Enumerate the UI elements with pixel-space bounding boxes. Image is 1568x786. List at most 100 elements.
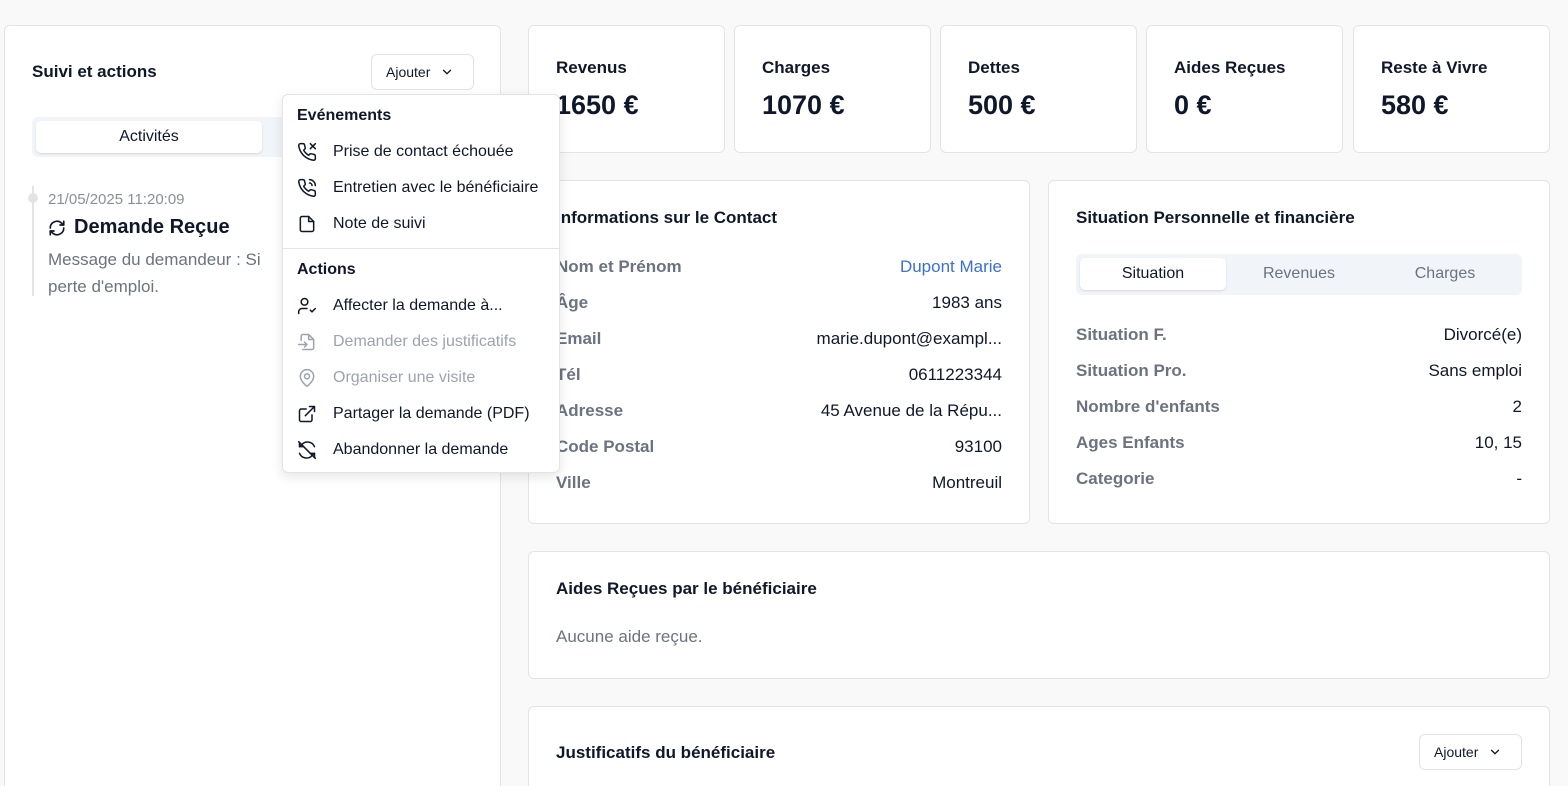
contact-row-address: Adresse 45 Avenue de la Répu... <box>556 399 1002 423</box>
contact-row-tel: Tél 0611223344 <box>556 363 1002 387</box>
row-key: Âge <box>556 293 589 312</box>
tab-revenues[interactable]: Revenues <box>1226 258 1372 290</box>
stat-label: Revenus <box>556 58 627 77</box>
row-key: Code Postal <box>556 437 655 456</box>
stat-label: Charges <box>762 58 831 77</box>
add-dropdown-button[interactable]: Ajouter <box>371 54 474 90</box>
row-key: Nom et Prénom <box>556 257 682 276</box>
stat-card-charges: Charges 1070 € <box>734 25 931 153</box>
contact-row-postal: Code Postal 93100 <box>556 435 1002 459</box>
menu-item-request-docs: Demander des justificatifs <box>297 327 553 357</box>
stat-value: 1650 € <box>556 90 639 120</box>
menu-divider <box>283 248 559 249</box>
row-value: Montreuil <box>932 473 1002 492</box>
menu-item-label: Prise de contact échouée <box>333 143 514 160</box>
card-title: Informations sur le Contact <box>556 208 778 227</box>
menu-item-label: Abandonner la demande <box>333 441 509 458</box>
row-key: Ville <box>556 473 591 492</box>
add-dropdown-menu: Evénements Prise de contact échouée Entr… <box>282 94 560 473</box>
menu-item-contact-failed[interactable]: Prise de contact échouée <box>297 137 553 167</box>
file-input-icon <box>297 333 315 351</box>
contact-card: Informations sur le Contact Nom et Préno… <box>528 180 1030 524</box>
row-value: marie.dupont@exampl... <box>816 329 1002 348</box>
menu-item-label: Demander des justificatifs <box>333 333 517 350</box>
menu-item-interview[interactable]: Entretien avec le bénéficiaire <box>297 173 553 203</box>
menu-item-label: Note de suivi <box>333 215 426 232</box>
tab-charges[interactable]: Charges <box>1372 258 1518 290</box>
row-value: Divorcé(e) <box>1443 325 1522 344</box>
row-key: Ages Enfants <box>1076 433 1185 452</box>
empty-state: Aucune aide reçue. <box>556 627 703 646</box>
file-icon <box>299 215 315 233</box>
menu-item-label: Partager la demande (PDF) <box>333 405 530 422</box>
chevron-down-icon <box>1491 749 1500 755</box>
user-check-icon <box>297 297 317 315</box>
card-title: Justificatifs du bénéficiaire <box>556 743 776 762</box>
menu-heading-events: Evénements <box>297 107 392 124</box>
situation-row-category: Categorie - <box>1076 467 1522 491</box>
row-value: 2 <box>1512 397 1522 416</box>
stat-value: 580 € <box>1381 90 1449 120</box>
map-pin-icon <box>299 368 315 388</box>
phone-call-icon <box>298 178 317 197</box>
situation-row-ages: Ages Enfants 10, 15 <box>1076 431 1522 455</box>
row-value: 93100 <box>954 437 1002 456</box>
menu-item-label: Organiser une visite <box>333 369 476 386</box>
timeline-date: 21/05/2025 11:20:09 <box>48 191 185 208</box>
contact-row-age: Âge 1983 ans <box>556 291 1002 315</box>
menu-heading-actions: Actions <box>297 261 356 278</box>
row-value: Sans emploi <box>1428 361 1522 380</box>
add-justificatif-button[interactable]: Ajouter <box>1419 734 1522 770</box>
stat-label: Reste à Vivre <box>1381 58 1488 77</box>
menu-item-share-pdf[interactable]: Partager la demande (PDF) <box>297 399 553 429</box>
panel-title: Suivi et actions <box>32 62 157 81</box>
situation-row-pro: Situation Pro. Sans emploi <box>1076 359 1522 383</box>
timeline-title-text: Demande Reçue <box>74 216 230 238</box>
tab-situation[interactable]: Situation <box>1080 258 1226 290</box>
card-title: Situation Personnelle et financière <box>1076 208 1355 227</box>
row-value: 10, 15 <box>1474 433 1522 452</box>
justificatifs-card: Justificatifs du bénéficiaire Ajouter <box>528 706 1550 786</box>
menu-item-visit: Organiser une visite <box>297 363 553 393</box>
timeline-dot <box>28 193 38 203</box>
refresh-icon <box>49 219 65 236</box>
card-title: Aides Reçues par le bénéficiaire <box>556 579 817 598</box>
menu-item-abandon[interactable]: Abandonner la demande <box>297 435 553 465</box>
stat-value: 0 € <box>1174 90 1212 120</box>
menu-item-label: Affecter la demande à... <box>333 297 503 314</box>
row-value: 1983 ans <box>932 293 1002 312</box>
stat-value: 500 € <box>968 90 1036 120</box>
stat-card-reste: Reste à Vivre 580 € <box>1353 25 1550 153</box>
aides-card: Aides Reçues par le bénéficiaire Aucune … <box>528 551 1550 679</box>
stat-label: Dettes <box>968 58 1020 77</box>
row-key: Adresse <box>556 401 624 420</box>
menu-item-label: Entretien avec le bénéficiaire <box>333 179 539 196</box>
contact-name-link[interactable]: Dupont Marie <box>900 257 1002 277</box>
menu-item-assign[interactable]: Affecter la demande à... <box>297 291 553 321</box>
external-link-icon <box>298 405 316 423</box>
refresh-off-icon <box>297 440 317 460</box>
add-button-label: Ajouter <box>1434 744 1479 760</box>
chevron-down-icon <box>443 69 452 75</box>
row-value: 45 Avenue de la Répu... <box>820 401 1002 420</box>
row-key: Categorie <box>1076 469 1155 488</box>
situation-card: Situation Personnelle et financière Situ… <box>1048 180 1550 524</box>
row-value: 0611223344 <box>908 365 1002 384</box>
situation-row-children: Nombre d'enfants 2 <box>1076 395 1522 419</box>
phone-missed-icon <box>298 142 317 161</box>
row-key: Situation F. <box>1076 325 1167 344</box>
stat-card-aides: Aides Reçues 0 € <box>1146 25 1343 153</box>
tab-activites[interactable]: Activités <box>36 121 262 153</box>
stat-card-dettes: Dettes 500 € <box>940 25 1137 153</box>
menu-item-note[interactable]: Note de suivi <box>297 209 553 239</box>
stat-value: 1070 € <box>762 90 845 120</box>
row-key: Situation Pro. <box>1076 361 1187 380</box>
stat-label: Aides Reçues <box>1174 58 1286 77</box>
row-key: Nombre d'enfants <box>1076 397 1220 416</box>
add-button-label: Ajouter <box>386 64 431 80</box>
contact-row-email: Email marie.dupont@exampl... <box>556 327 1002 351</box>
situation-row-family: Situation F. Divorcé(e) <box>1076 323 1522 347</box>
contact-row-city: Ville Montreuil <box>556 471 1002 495</box>
row-value: - <box>1516 469 1522 488</box>
contact-row-name: Nom et Prénom Dupont Marie <box>556 255 1002 279</box>
